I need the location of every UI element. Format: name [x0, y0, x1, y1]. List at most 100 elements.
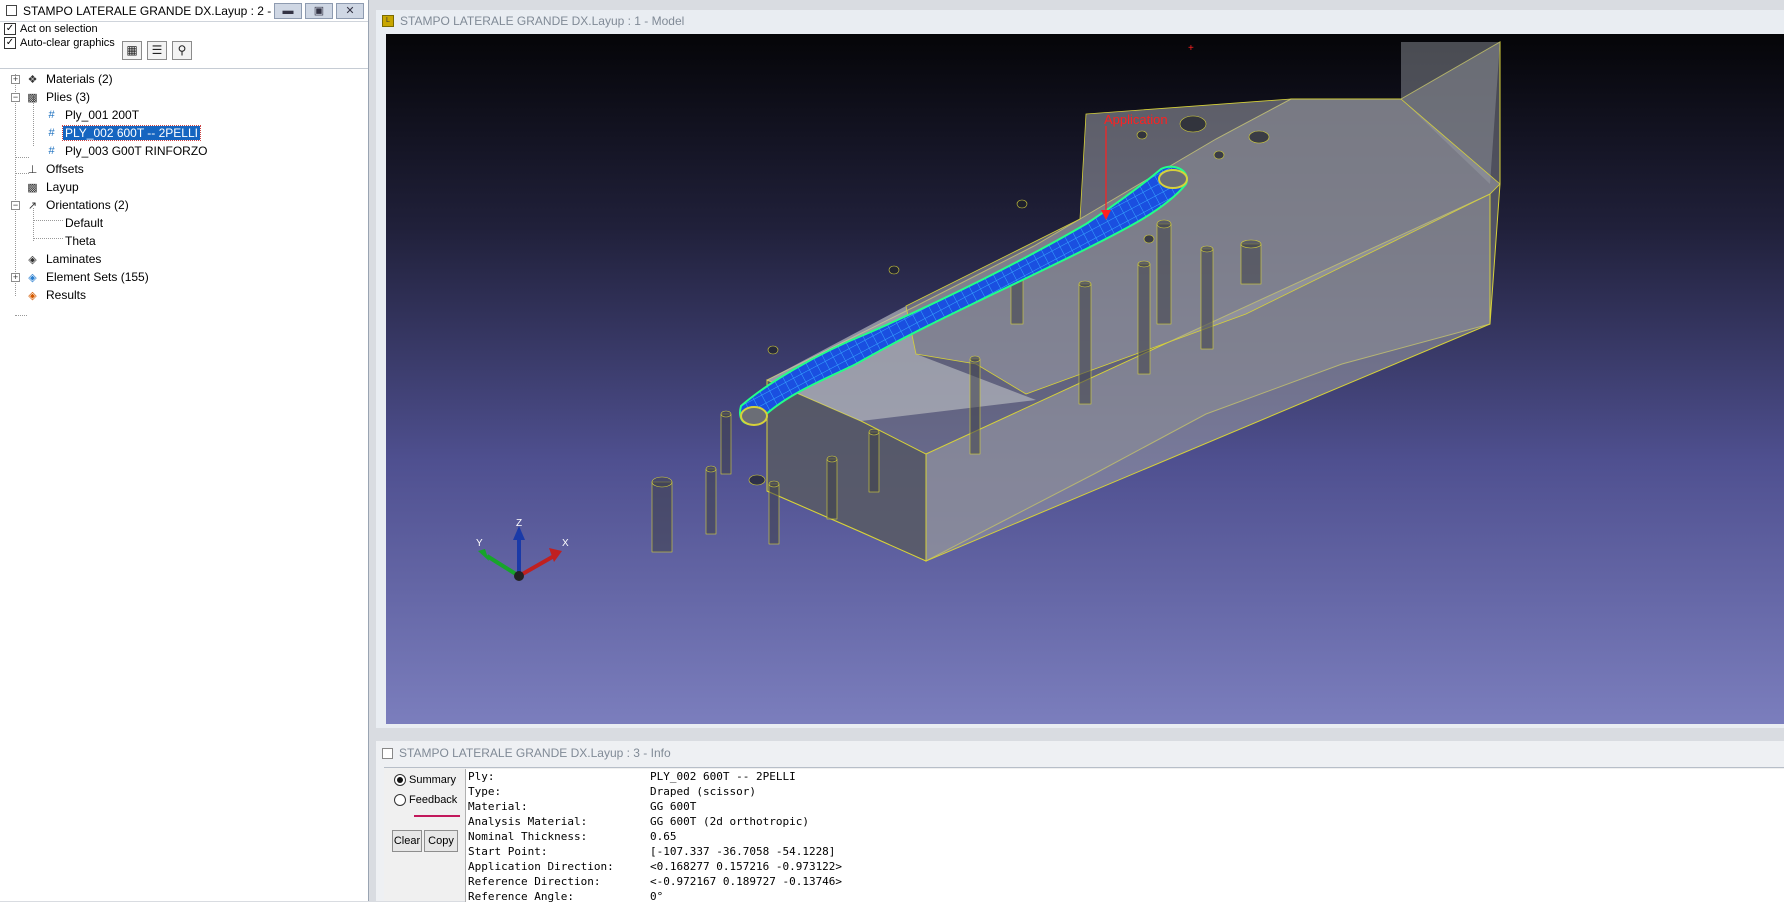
info-value: Draped (scissor) [650, 785, 756, 798]
info-key: Application Direction: [468, 860, 614, 873]
orientation-arrow-icon: ↗ [27, 199, 38, 212]
layup-tree: + ❖ Materials (2) − ▩ Plies (3) # Ply_00… [0, 68, 368, 316]
3d-viewport[interactable]: + Application Z Y X [386, 34, 1784, 724]
info-key: Type: [468, 785, 502, 798]
info-key: Reference Angle: [468, 890, 574, 902]
info-row: Type: Draped (scissor) [466, 784, 1784, 799]
plies-icon: ▩ [27, 91, 38, 104]
info-key: Start Point: [468, 845, 548, 858]
tree-item-orientation-default[interactable]: Default [0, 214, 368, 232]
tree-item-laminates[interactable]: ◈ Laminates [0, 250, 368, 268]
tree-item-element-sets[interactable]: + ◈ Element Sets (155) [0, 268, 368, 286]
info-window: STAMPO LATERALE GRANDE DX.Layup : 3 - In… [376, 741, 1784, 902]
info-value: 0° [650, 890, 664, 902]
info-row: Start Point: [-107.337 -36.7058 -54.1228] [466, 844, 1784, 859]
summary-radio[interactable]: Summary [394, 774, 456, 786]
model-window-icon: L [382, 15, 394, 27]
tree-item-label: Orientations (2) [46, 198, 129, 212]
tree-item-ply-002[interactable]: # PLY_002 600T -- 2PELLI [0, 124, 368, 142]
minimize-button[interactable]: ▬ [274, 2, 302, 19]
ply-icon: # [48, 145, 55, 157]
info-row: Analysis Material: GG 600T (2d orthotropi… [466, 814, 1784, 829]
info-value: GG 600T (2d orthotropic) [650, 815, 809, 828]
axis-label-y: Y [476, 538, 483, 549]
tree-item-offsets[interactable]: ⊥ Offsets [0, 160, 368, 178]
info-key: Nominal Thickness: [468, 830, 588, 843]
axis-label-z: Z [516, 518, 522, 529]
tree-item-materials[interactable]: + ❖ Materials (2) [0, 70, 368, 88]
info-value: PLY_002 600T -- 2PELLI [650, 770, 796, 783]
offsets-icon: ⊥ [27, 163, 38, 176]
copy-button[interactable]: Copy [424, 830, 458, 852]
info-row: Reference Direction: <-0.972167 0.189727 … [466, 874, 1784, 889]
clear-button[interactable]: Clear [392, 830, 422, 852]
mould-render: + Application Z Y X [476, 41, 1501, 581]
maximize-button[interactable]: ▣ [305, 2, 333, 19]
layup-window-titlebar: STAMPO LATERALE GRANDE DX.Layup : 2 - ..… [0, 0, 368, 22]
find-icon[interactable]: ⚲ [172, 41, 192, 60]
application-annotation: Application [1104, 112, 1168, 127]
tree-item-label: Offsets [46, 162, 84, 176]
properties-icon[interactable]: ▦ [122, 41, 142, 60]
tree-item-plies[interactable]: − ▩ Plies (3) [0, 88, 368, 106]
window-icon [382, 747, 393, 759]
tree-item-label-selected: PLY_002 600T -- 2PELLI [62, 125, 201, 141]
element-sets-icon: ◈ [28, 271, 37, 284]
model-window-titlebar: L STAMPO LATERALE GRANDE DX.Layup : 1 - … [376, 10, 1784, 32]
list-icon[interactable]: ☰ [147, 41, 167, 60]
feedback-underline [414, 815, 460, 817]
info-row: Nominal Thickness: 0.65 [466, 829, 1784, 844]
radio-unselected-icon[interactable] [394, 794, 406, 806]
tree-item-label: Ply_003 G00T RINFORZO [65, 144, 208, 158]
feedback-radio[interactable]: Feedback [394, 794, 457, 806]
info-key: Analysis Material: [468, 815, 588, 828]
tree-item-ply-003[interactable]: # Ply_003 G00T RINFORZO [0, 142, 368, 160]
collapse-icon[interactable]: − [11, 200, 20, 210]
info-value: [-107.337 -36.7058 -54.1228] [650, 845, 836, 858]
act-on-selection-checkbox[interactable]: ✓ [4, 23, 16, 35]
info-row: Application Direction: <0.168277 0.157216… [466, 859, 1784, 874]
tree-item-layup[interactable]: ▩ Layup [0, 178, 368, 196]
radio-selected-icon[interactable] [394, 774, 406, 786]
model-window-title: STAMPO LATERALE GRANDE DX.Layup : 1 - Mo… [400, 14, 685, 28]
tree-item-label: Ply_001 200T [65, 108, 140, 122]
expand-icon[interactable]: + [11, 74, 20, 84]
tree-item-label: Default [65, 216, 104, 230]
auto-clear-graphics-checkbox[interactable]: ✓ [4, 37, 16, 49]
layup-window-title: STAMPO LATERALE GRANDE DX.Layup : 2 - ..… [23, 3, 274, 18]
info-row: Ply: PLY_002 600T -- 2PELLI [466, 769, 1784, 784]
model-window: L STAMPO LATERALE GRANDE DX.Layup : 1 - … [376, 10, 1784, 728]
tree-item-label: Materials (2) [46, 72, 113, 86]
auto-clear-graphics-label: Auto-clear graphics [20, 37, 115, 49]
tree-item-label: Plies (3) [46, 90, 91, 104]
info-panel: Summary Feedback Clear Copy Ply: PLY_002 … [384, 767, 1784, 902]
info-value: <0.168277 0.157216 -0.973122> [650, 860, 843, 873]
close-button[interactable]: ✕ [336, 2, 364, 19]
info-value: <-0.972167 0.189727 -0.13746> [650, 875, 843, 888]
axis-label-x: X [562, 538, 569, 549]
layup-tree-window: STAMPO LATERALE GRANDE DX.Layup : 2 - ..… [0, 0, 369, 901]
act-on-selection-label: Act on selection [20, 23, 98, 35]
summary-label: Summary [409, 774, 457, 786]
act-on-selection-option[interactable]: ✓ Act on selection [0, 22, 368, 36]
laminates-icon: ◈ [28, 253, 37, 266]
ply-icon: # [48, 109, 55, 121]
info-key: Ply: [468, 770, 495, 783]
tree-item-results[interactable]: ◈ Results [0, 286, 368, 304]
tree-item-label: Layup [46, 180, 79, 194]
tree-item-label: Theta [65, 234, 96, 248]
tree-item-orientations[interactable]: − ↗ Orientations (2) [0, 196, 368, 214]
info-row: Material: GG 600T [466, 799, 1784, 814]
info-key: Reference Direction: [468, 875, 601, 888]
layup-icon: ▩ [27, 181, 38, 194]
collapse-icon[interactable]: − [11, 92, 20, 102]
info-text-output: Ply: PLY_002 600T -- 2PELLI Type: Draped (s… [465, 769, 1784, 902]
info-window-title: STAMPO LATERALE GRANDE DX.Layup : 3 - In… [399, 746, 671, 760]
materials-icon: ❖ [27, 73, 38, 86]
feedback-label: Feedback [409, 794, 458, 806]
tree-item-ply-001[interactable]: # Ply_001 200T [0, 106, 368, 124]
tree-item-label: Element Sets (155) [46, 270, 149, 284]
info-window-titlebar: STAMPO LATERALE GRANDE DX.Layup : 3 - In… [376, 741, 1784, 765]
expand-icon[interactable]: + [11, 272, 20, 282]
tree-item-orientation-theta[interactable]: Theta [0, 232, 368, 250]
